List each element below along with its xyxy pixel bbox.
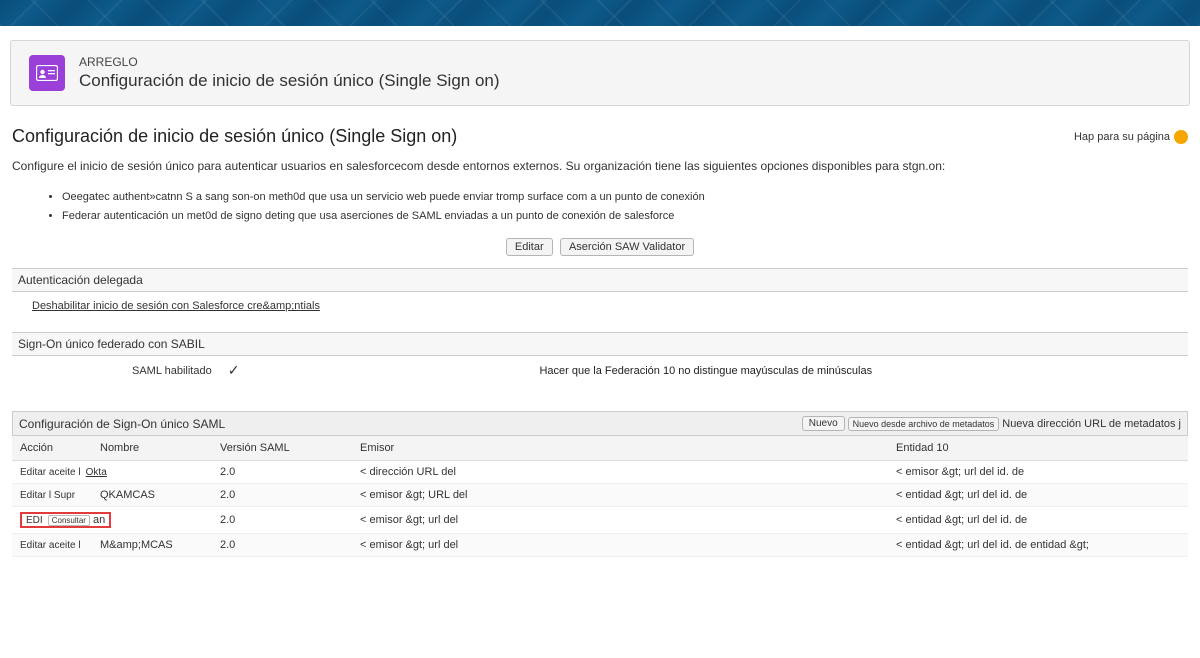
row-action[interactable]: Editar aceite l [20,540,81,551]
row-highlight: EDI Consultar an [20,512,111,528]
federated-heading: Sign-On único federado con SABIL [12,332,1188,356]
breadcrumb: ARREGLO [79,55,500,69]
page-header-card: ARREGLO Configuración de inicio de sesió… [10,40,1190,106]
row-version: 2.0 [212,461,352,484]
col-action: Acción [12,436,92,461]
col-issuer: Emisor [352,436,888,461]
help-icon [1174,130,1188,144]
row-action[interactable]: Editar l Supr [20,490,75,501]
row-entity: < entidad &gt; url del id. de [888,507,1188,534]
col-version: Versión SAML [212,436,352,461]
row-version: 2.0 [212,534,352,557]
edit-button[interactable]: Editar [506,238,553,256]
row-entity: < emisor &gt; url del id. de [888,461,1188,484]
row-name[interactable]: M&amp;MCAS [92,534,212,557]
disable-salesforce-login[interactable]: Deshabilitar inicio de sesión con Salesf… [32,300,320,312]
new-from-metadata-file-button[interactable]: Nuevo desde archivo de metadatos [848,417,1000,431]
table-row: Editar l Supr QKAMCAS 2.0 < emisor &gt; … [12,484,1188,507]
col-name: Nombre [92,436,212,461]
saml-config-table: Acción Nombre Versión SAML Emisor Entida… [12,436,1188,557]
table-row: Editar aceite l M&amp;MCAS 2.0 < emisor … [12,534,1188,557]
row-action[interactable]: EDI [26,515,43,526]
row-name-inline[interactable]: Okta [86,467,107,478]
page-title: Configuración de inicio de sesión único … [12,126,457,147]
new-button[interactable]: Nuevo [802,416,845,431]
row-issuer: < emisor &gt; url del [352,507,888,534]
table-row: EDI Consultar an 2.0 < emisor &gt; url d… [12,507,1188,534]
intro-text: Configure el inicio de sesión único para… [12,153,1188,183]
table-row: Editar aceite l Okta 2.0 < dirección URL… [12,461,1188,484]
row-entity: < entidad &gt; url del id. de entidad &g… [888,534,1188,557]
bullet-item: Oeegatec authent»catnn S a sang son-on m… [62,189,1188,206]
row-name[interactable]: QKAMCAS [92,484,212,507]
row-inline-button[interactable]: Consultar [48,515,90,526]
help-link[interactable]: Hap para su página [1074,130,1188,144]
row-issuer: < dirección URL del [352,461,888,484]
help-label: Hap para su página [1074,131,1170,143]
row-issuer: < emisor &gt; URL del [352,484,888,507]
saml-validator-button[interactable]: Aserción SAW Validator [560,238,694,256]
id-card-icon [29,55,65,91]
bullet-item: Federar autenticación un met0d de signo … [62,208,1188,225]
saml-enabled-label: SAML habilitado [132,365,212,377]
page-header-title: Configuración de inicio de sesión único … [79,71,500,91]
new-metadata-url-label[interactable]: Nueva dirección URL de metadatos j [1002,418,1181,430]
row-version: 2.0 [212,507,352,534]
delegated-auth-heading: Autenticación delegada [12,268,1188,292]
intro-bullets: Oeegatec authent»catnn S a sang son-on m… [62,189,1188,224]
row-name[interactable]: an [93,514,105,526]
saml-enabled-check-icon: ✓ [228,362,240,379]
row-version: 2.0 [212,484,352,507]
row-issuer: < emisor &gt; url del [352,534,888,557]
federation-note: Hacer que la Federación 10 no distingue … [539,365,872,377]
row-action[interactable]: Editar aceite l [20,467,81,478]
saml-config-bar: Configuración de Sign-On único SAML Nuev… [12,411,1188,436]
row-entity: < entidad &gt; url del id. de [888,484,1188,507]
col-entity: Entidad 10 [888,436,1188,461]
saml-config-heading: Configuración de Sign-On único SAML [19,417,225,431]
top-decorative-band [0,0,1200,26]
